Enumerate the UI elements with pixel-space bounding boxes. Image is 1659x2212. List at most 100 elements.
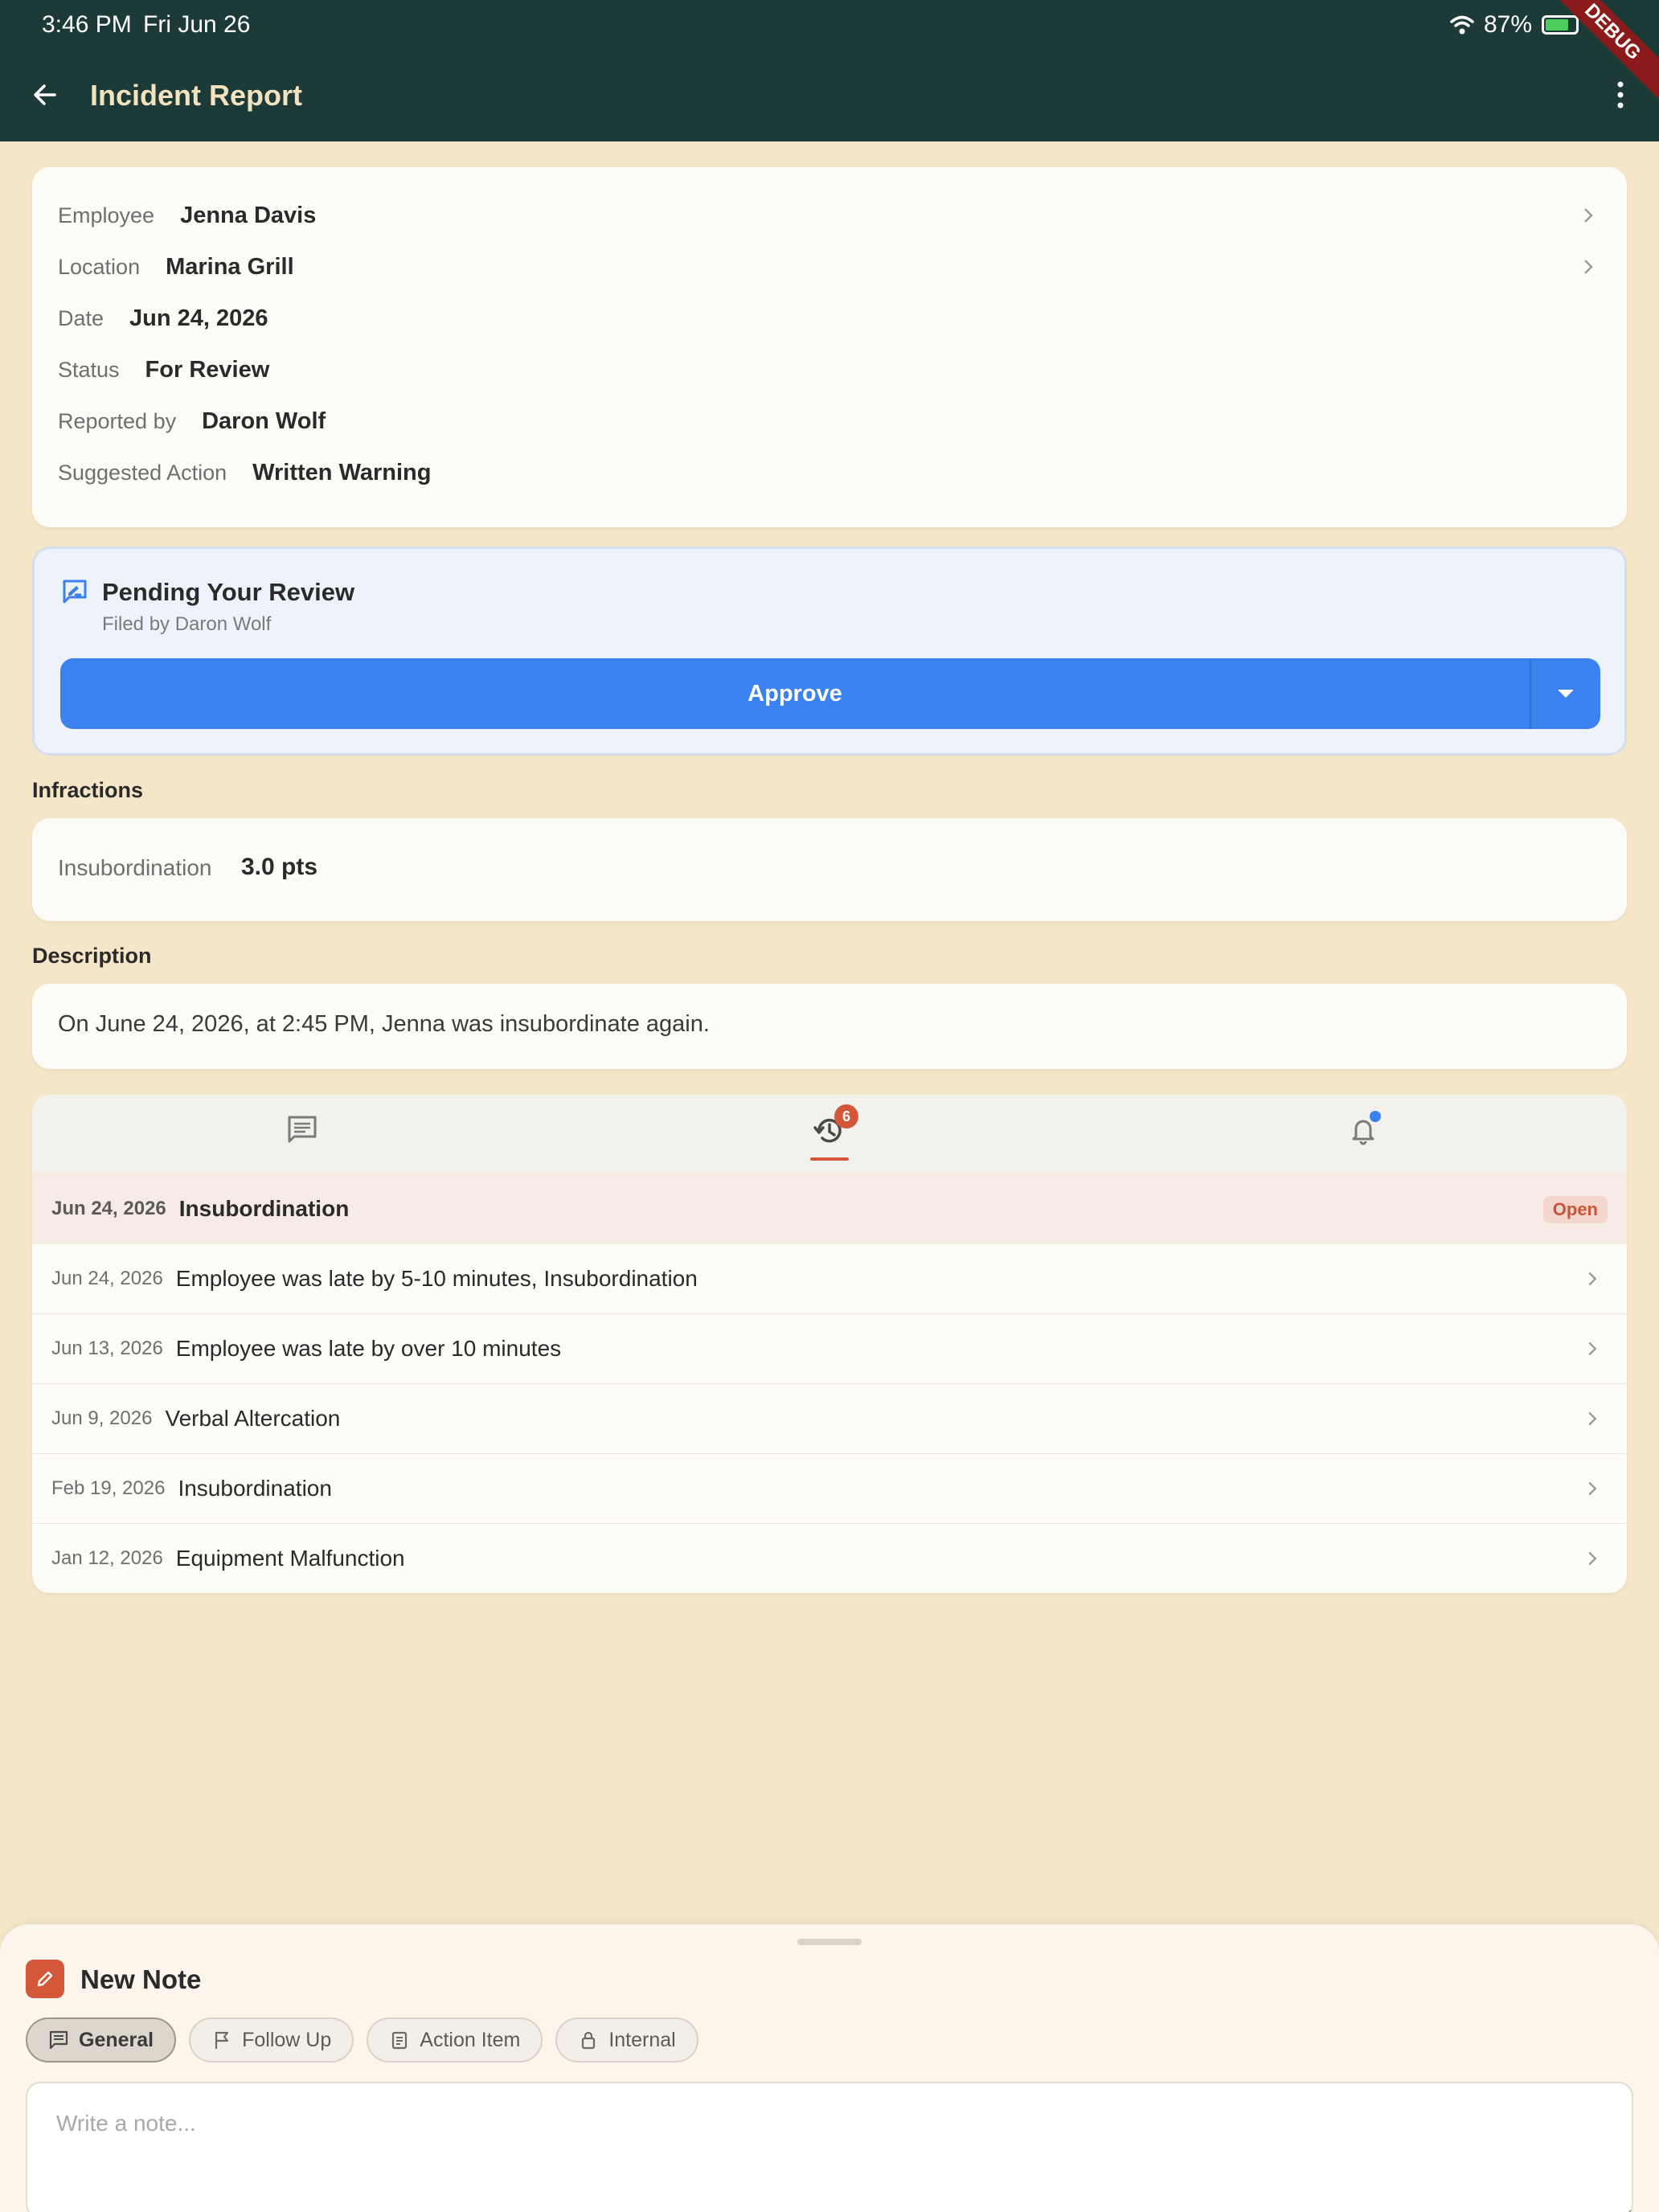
chip-label: Internal [608,2028,676,2051]
history-tab-bar: 6 [32,1095,1627,1174]
approve-options-button[interactable] [1531,658,1600,729]
approve-button[interactable]: Approve [60,658,1530,729]
detail-label: Employee [58,203,155,227]
incident-details-card: Employee Jenna Davis Location Marina Gri… [32,167,1627,527]
chevron-right-icon [1584,260,1593,274]
status-time: 3:46 PM [42,11,132,38]
description-card: On June 24, 2026, at 2:45 PM, Jenna was … [32,984,1627,1069]
history-title: Employee was late by 5-10 minutes, Insub… [175,1266,698,1291]
history-date: Jun 24, 2026 [51,1197,166,1219]
flag-icon [215,2031,229,2049]
pending-review-card: Pending Your Review Filed by Daron Wolf … [32,547,1627,756]
tab-notifications[interactable] [1339,1114,1387,1162]
rate-review-icon [63,580,87,604]
status-indicators: 87% [1450,11,1579,39]
status-badge: Open [1542,1196,1608,1223]
chip-action-item[interactable]: Action Item [367,2017,543,2062]
detail-row-suggested-action: Suggested Action Written Warning [58,449,1601,497]
detail-label: Date [58,305,104,330]
detail-row-status: Status For Review [58,346,1601,394]
description-text: On June 24, 2026, at 2:45 PM, Jenna was … [58,1011,710,1037]
chevron-right-icon [1588,1481,1597,1496]
detail-row-employee[interactable]: Employee Jenna Davis [58,191,1601,240]
detail-row-location[interactable]: Location Marina Grill [58,243,1601,291]
history-title: Verbal Altercation [165,1406,341,1431]
history-current-row: Jun 24, 2026 Insubordination Open [32,1174,1627,1243]
history-title: Insubordination [178,1476,332,1501]
detail-row-reported-by: Reported by Daron Wolf [58,397,1601,445]
history-date: Jan 12, 2026 [51,1547,163,1569]
infractions-heading: Infractions [32,778,144,802]
chevron-right-icon [1588,1551,1597,1566]
chip-follow-up[interactable]: Follow Up [189,2017,354,2062]
new-note-title: New Note [80,1964,202,1994]
detail-label: Status [58,357,120,382]
detail-row-date: Date Jun 24, 2026 [58,294,1601,342]
description-heading: Description [32,944,152,968]
history-title: Insubordination [178,1195,350,1221]
history-row[interactable]: Jan 12, 2026 Equipment Malfunction [32,1523,1627,1593]
detail-value: For Review [145,356,270,383]
review-subtitle: Filed by Daron Wolf [102,613,272,635]
wifi-icon [1450,15,1474,35]
chevron-right-icon [1584,208,1593,223]
detail-label: Suggested Action [58,460,227,485]
pencil-icon [37,1971,53,1987]
chip-label: Action Item [420,2028,521,2051]
chip-label: Follow Up [242,2028,332,2051]
review-title: Pending Your Review [102,578,355,606]
chevron-right-icon [1588,1272,1597,1286]
detail-value: Written Warning [252,459,432,485]
status-date: Fri Jun 26 [143,11,251,38]
history-row[interactable]: Jun 13, 2026 Employee was late by over 1… [32,1313,1627,1383]
active-tab-indicator [810,1157,849,1161]
history-row[interactable]: Jun 24, 2026 Employee was late by 5-10 m… [32,1243,1627,1313]
message-icon [49,2030,68,2050]
battery-percent: 87% [1483,11,1532,38]
history-title: Employee was late by over 10 minutes [175,1336,562,1361]
history-card: 6 Jun 24, 2026 Insubordination Open Jun … [32,1095,1627,1593]
infractions-card: Insubordination 3.0 pts [32,818,1627,921]
note-input[interactable] [26,2082,1633,2212]
note-badge [26,1960,64,1998]
history-row[interactable]: Feb 19, 2026 Insubordination [32,1453,1627,1523]
more-vert-icon [1617,81,1624,109]
detail-label: Reported by [58,408,177,433]
notification-dot [1370,1111,1381,1122]
detail-value: Jenna Davis [180,202,317,228]
drag-handle[interactable] [797,1939,862,1945]
arrow-drop-down-icon [1558,690,1574,698]
detail-value: Jun 24, 2026 [129,305,268,331]
chip-internal[interactable]: Internal [555,2017,698,2062]
arrow-left-icon [34,84,56,105]
detail-label: Location [58,254,141,279]
incident-report-screen: 3:46 PM Fri Jun 26 87% DEBUG Incident Re… [0,0,1659,2212]
infraction-points: 3.0 pts [241,854,318,880]
lock-icon [582,2031,596,2050]
approve-split-button: Approve [60,658,1600,729]
history-row[interactable]: Jun 9, 2026 Verbal Altercation [32,1383,1627,1453]
detail-value: Daron Wolf [202,408,326,434]
back-button[interactable] [24,74,66,116]
note-type-chips: General Follow Up Action Item Internal [26,2017,698,2062]
chevron-right-icon [1588,1411,1597,1426]
infraction-label: Insubordination [58,855,212,880]
battery-icon [1542,15,1579,35]
chip-general[interactable]: General [26,2017,177,2062]
history-date: Jun 13, 2026 [51,1337,163,1359]
detail-value: Marina Grill [166,253,294,280]
page-title: Incident Report [90,79,303,112]
chevron-right-icon [1588,1342,1597,1356]
history-title: Equipment Malfunction [175,1546,405,1571]
history-count-badge: 6 [834,1104,858,1129]
clipboard-icon [392,2031,408,2050]
history-date: Jun 24, 2026 [51,1268,163,1289]
history-date: Feb 19, 2026 [51,1477,166,1499]
new-note-sheet: New Note General Follow Up Action Item I… [0,1924,1659,2212]
chip-label: General [79,2028,154,2051]
comments-icon [288,1116,317,1143]
more-options-button[interactable] [1600,74,1641,116]
tab-comments[interactable] [278,1114,326,1162]
app-bar: 3:46 PM Fri Jun 26 87% DEBUG Incident Re… [0,0,1659,141]
history-date: Jun 9, 2026 [51,1407,153,1429]
